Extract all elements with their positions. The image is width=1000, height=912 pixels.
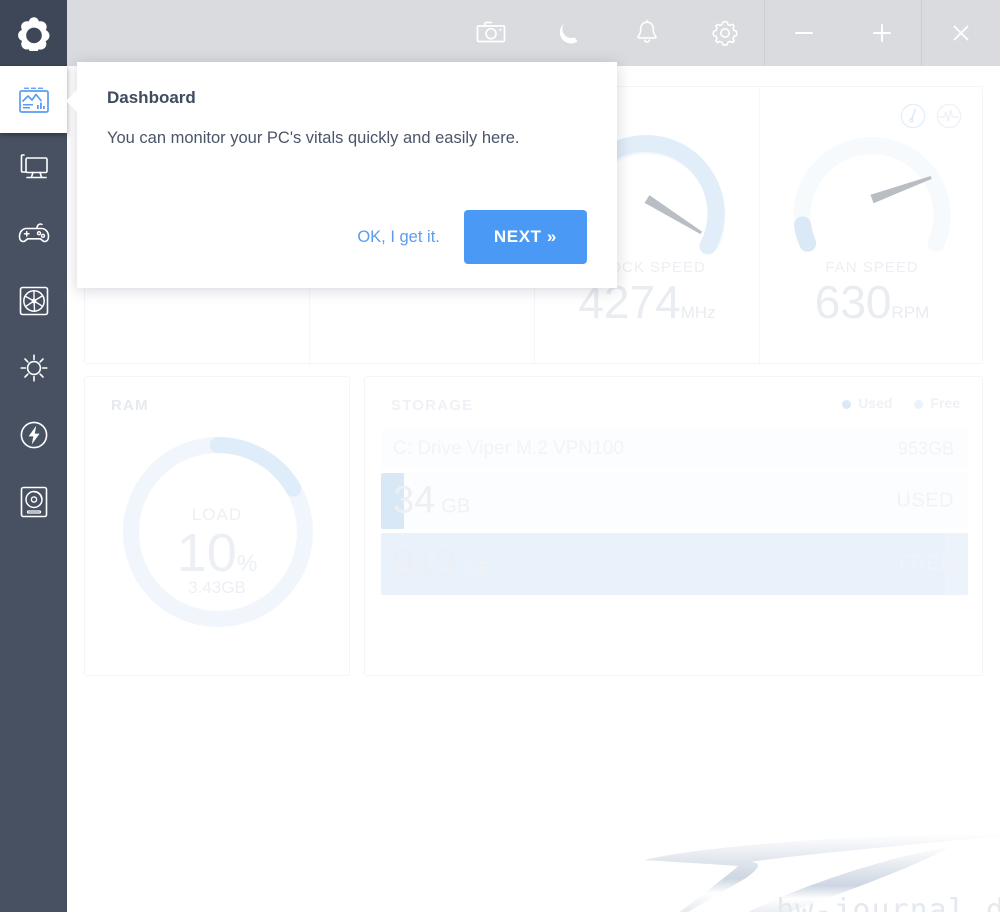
settings-button[interactable] xyxy=(686,0,764,66)
screenshot-button[interactable] xyxy=(452,0,530,66)
popover-body: You can monitor your PC's vitals quickly… xyxy=(107,129,520,147)
storage-drive-capacity: 953GB xyxy=(897,438,954,459)
night-mode-button[interactable] xyxy=(530,0,608,66)
ram-card-title: RAM xyxy=(111,397,149,414)
storage-legend: Used Free xyxy=(842,395,960,411)
ram-used-gb: 3.43GB xyxy=(188,577,246,597)
storage-free-unit: GB xyxy=(462,558,492,581)
storage-used-bar: 34 GB USED xyxy=(381,473,968,529)
sidebar-item-storage[interactable] xyxy=(0,468,67,535)
fan-speed-unit: RPM xyxy=(891,303,930,322)
popover-dismiss-link[interactable]: OK, I get it. xyxy=(353,222,444,253)
legend-free-label: Free xyxy=(930,395,960,411)
monitor-icon xyxy=(20,153,48,178)
legend-used-dot xyxy=(842,399,852,409)
minus-icon xyxy=(795,32,813,34)
disk-drive-icon xyxy=(20,486,47,517)
bell-icon xyxy=(637,19,657,43)
storage-card-title: STORAGE xyxy=(391,397,474,414)
ram-percent-symbol: % xyxy=(236,550,258,576)
storage-used-amount: 34 GB xyxy=(393,480,470,523)
popover-title: Dashboard xyxy=(107,88,196,107)
storage-free-number: 919 xyxy=(393,542,457,585)
fan-icon xyxy=(19,286,48,315)
lightning-bolt-icon xyxy=(20,421,47,448)
gear-icon xyxy=(712,20,738,46)
watermark: hw-journal.de xyxy=(642,828,1000,912)
legend-used-label: Used xyxy=(858,395,893,411)
close-icon xyxy=(953,25,969,41)
legend-free: Free xyxy=(914,395,960,411)
sun-brightness-icon xyxy=(19,353,48,382)
sidebar xyxy=(0,0,67,912)
fan-speed-value: 630RPM xyxy=(760,275,984,329)
sidebar-item-lighting[interactable] xyxy=(0,334,67,401)
storage-card: STORAGE Used Free C: Drive Viper M.2 VPN… xyxy=(364,376,983,676)
ram-card: RAM LOAD 10% 3.43GB xyxy=(84,376,350,676)
maximize-button[interactable] xyxy=(843,0,921,66)
storage-used-number: 34 xyxy=(393,479,436,522)
viper-quatrefoil-logo-icon xyxy=(17,17,49,51)
storage-free-caption: FREE xyxy=(898,552,954,575)
notifications-button[interactable] xyxy=(608,0,686,66)
ram-load-value: 10 xyxy=(176,523,237,583)
clock-speed-unit: MHz xyxy=(680,303,716,322)
legend-used: Used xyxy=(842,395,892,411)
storage-free-amount: 919 GB xyxy=(393,543,491,586)
sidebar-item-gaming[interactable] xyxy=(0,200,67,267)
viper-swoosh-logo-icon xyxy=(644,833,1000,912)
legend-free-dot xyxy=(914,399,924,409)
fan-speed-dial xyxy=(793,137,951,252)
sidebar-item-dashboard[interactable] xyxy=(0,66,67,133)
storage-drive-row[interactable]: C: Drive Viper M.2 VPN100 953GB xyxy=(381,429,968,469)
close-button[interactable] xyxy=(922,0,1000,66)
storage-free-bar: 919 GB FREE xyxy=(381,533,968,595)
ram-readout: LOAD 10% 3.43GB xyxy=(85,505,349,598)
storage-used-unit: GB xyxy=(441,495,471,518)
watermark-text: hw-journal.de xyxy=(776,893,1000,912)
sidebar-item-cooling[interactable] xyxy=(0,267,67,334)
minimize-button[interactable] xyxy=(765,0,843,66)
dashboard-chart-icon xyxy=(18,87,49,113)
app-window: CLOCK SPEED 4274MHz FAN SPEED 630RPM RAM… xyxy=(0,0,1000,912)
storage-used-caption: USED xyxy=(896,489,954,512)
fan-speed-number: 630 xyxy=(814,276,892,328)
onboarding-popover: Dashboard You can monitor your PC's vita… xyxy=(66,62,617,288)
moon-icon xyxy=(559,23,578,44)
popover-next-button[interactable]: NEXT » xyxy=(463,210,587,264)
fan-speed-label: FAN SPEED xyxy=(825,259,919,276)
storage-drive-name: C: Drive Viper M.2 VPN100 xyxy=(393,438,624,459)
app-logo[interactable] xyxy=(0,0,67,66)
gauge-fan-speed[interactable]: FAN SPEED 630RPM xyxy=(760,87,984,365)
gamepad-icon xyxy=(18,222,49,242)
plus-icon xyxy=(873,24,891,42)
popover-actions: OK, I get it. NEXT » xyxy=(353,210,587,264)
title-bar xyxy=(67,0,1000,66)
sidebar-nav xyxy=(0,66,67,535)
ram-load-label: LOAD xyxy=(191,505,243,524)
camera-icon xyxy=(476,21,506,43)
sidebar-item-system[interactable] xyxy=(0,133,67,200)
sidebar-item-performance[interactable] xyxy=(0,401,67,468)
